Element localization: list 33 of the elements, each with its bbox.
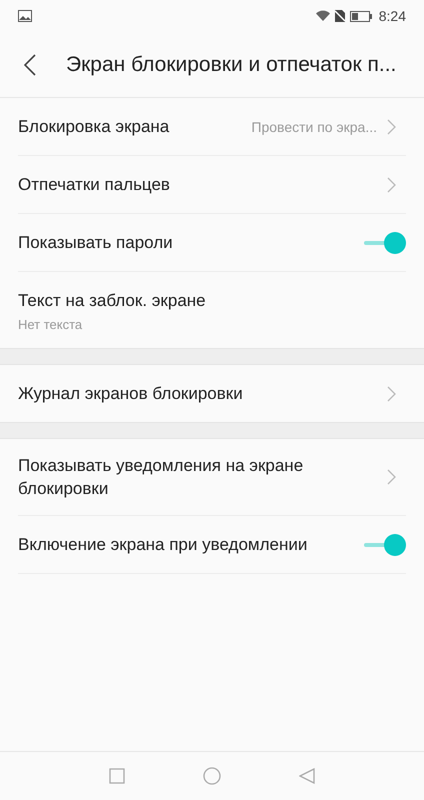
row-value: Провести по экра... — [251, 118, 377, 134]
home-icon[interactable] — [203, 767, 221, 785]
settings-row[interactable]: Включение экрана при уведомлении — [18, 516, 406, 574]
row-subtitle: Нет текста — [18, 316, 84, 332]
battery-icon — [350, 10, 372, 22]
row-label: Показывать пароли — [18, 232, 174, 254]
settings-row[interactable]: Показывать пароли — [18, 214, 406, 272]
picture-icon — [18, 10, 32, 22]
settings-row[interactable]: Текст на заблок. экране Нет текста — [18, 272, 406, 348]
chevron-icon — [387, 118, 396, 134]
row-label: Журнал экранов блокировки — [18, 383, 244, 405]
row-label: Текст на заблок. экране — [18, 290, 207, 312]
wifi-icon — [316, 10, 330, 22]
no-sim-icon — [334, 10, 345, 22]
settings-row[interactable]: Показывать уведомления на экране блокировки — [18, 439, 406, 516]
back-button[interactable] — [24, 54, 36, 76]
row-label: Включение экрана при уведомлении — [18, 534, 308, 556]
settings-row[interactable]: Журнал экранов блокировки — [18, 365, 406, 422]
toggle-switch[interactable] — [364, 230, 406, 254]
back-nav-icon[interactable] — [299, 768, 315, 784]
recent-apps-icon[interactable] — [109, 768, 125, 784]
settings-row[interactable]: Блокировка экрана Провести по экра... — [18, 98, 406, 156]
status-time: 8:24 — [378, 8, 406, 24]
toggle-switch[interactable] — [364, 532, 406, 556]
settings-row[interactable]: Отпечатки пальцев — [18, 156, 406, 214]
row-label: Показывать уведомления на экране блокировки — [18, 455, 304, 500]
chevron-icon — [387, 176, 396, 192]
row-label: Блокировка экрана — [18, 116, 170, 138]
chevron-icon — [387, 386, 396, 402]
row-label: Отпечатки пальцев — [18, 174, 171, 196]
page-title: Экран блокировки и отпечаток п... — [66, 52, 396, 76]
back-icon — [24, 54, 36, 76]
chevron-icon — [387, 469, 396, 485]
